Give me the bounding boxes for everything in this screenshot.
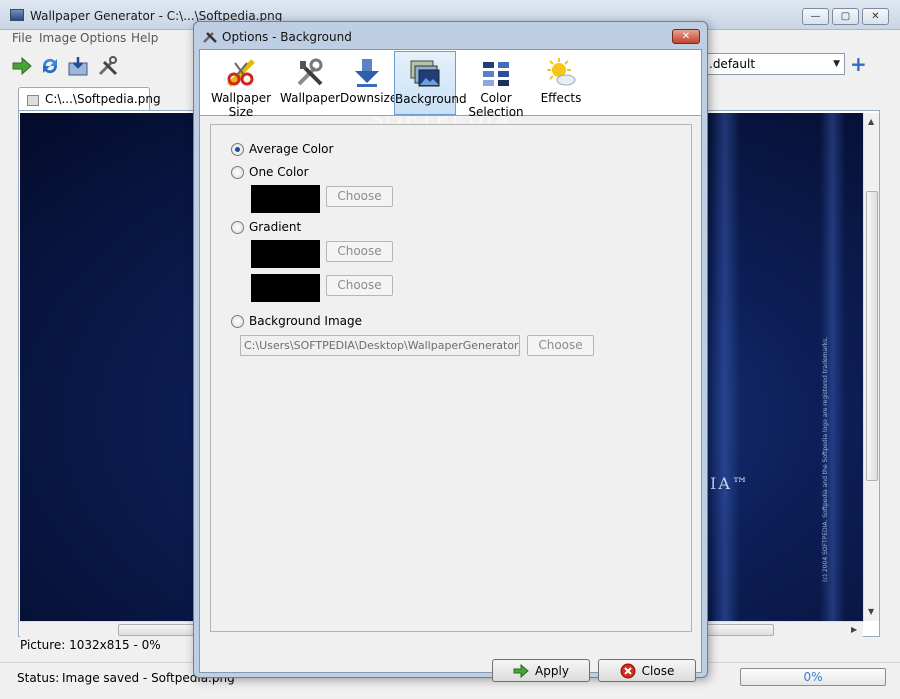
category-wallpaper[interactable]: Wallpaper: [280, 51, 340, 115]
close-window-button[interactable]: ✕: [862, 8, 889, 25]
category-label: Color Selection: [468, 91, 524, 119]
average-color-radio[interactable]: [231, 142, 244, 156]
category-color-selection[interactable]: Color Selection: [456, 51, 536, 119]
scissors-ruler-icon: [225, 57, 257, 89]
weather-sun-icon: [545, 57, 577, 89]
category-label: Downsize: [340, 91, 398, 105]
one-color-label: One Color: [249, 165, 309, 179]
gradient-end-swatch: [251, 274, 320, 302]
add-profile-button[interactable]: +: [850, 52, 867, 76]
category-effects[interactable]: Effects: [536, 51, 586, 115]
dialog-title: Options - Background: [222, 30, 352, 44]
background-options-panel: Average Color One Color Choose Gradient …: [210, 124, 692, 632]
background-image-radio[interactable]: [231, 314, 244, 328]
green-arrow-icon: [513, 663, 529, 678]
maximize-button[interactable]: ▢: [832, 8, 859, 25]
dialog-body: SOFTPEDIA Wallpaper Size Wallpaper Downs…: [199, 49, 702, 682]
save-icon[interactable]: [66, 54, 90, 78]
app-icon: [10, 9, 24, 21]
apply-button[interactable]: Apply: [492, 659, 590, 682]
category-background[interactable]: Background: [394, 51, 467, 115]
menu-image[interactable]: Image: [39, 31, 77, 45]
preview-brand-text: IA™: [710, 474, 750, 493]
preview-copyright-text: (c) 2004 SOFTPEDIA. Softpedia and the So…: [822, 336, 829, 582]
tools-icon[interactable]: [96, 54, 120, 78]
one-color-radio[interactable]: [231, 165, 244, 179]
category-wallpaper-size[interactable]: Wallpaper Size: [202, 51, 280, 119]
tools-icon: [202, 28, 218, 44]
category-label: Wallpaper Size: [210, 91, 272, 119]
progress-bar: 0%: [740, 668, 886, 686]
gradient-start-swatch: [251, 240, 320, 268]
document-tab-label: C:\...\Softpedia.png: [45, 92, 161, 106]
document-tab[interactable]: C:\...\Softpedia.png: [18, 87, 161, 111]
dialog-close-x-button[interactable]: ✕: [672, 29, 700, 44]
gradient-radio[interactable]: [231, 220, 244, 234]
scroll-up-icon[interactable]: ▲: [868, 117, 874, 126]
menu-help[interactable]: Help: [131, 31, 158, 45]
scroll-down-icon[interactable]: ▼: [868, 607, 874, 616]
image-file-icon: [27, 95, 39, 106]
options-dialog: Options - Background ✕ SOFTPEDIA Wallpap…: [193, 21, 708, 682]
average-color-label: Average Color: [249, 142, 334, 156]
one-color-choose-button[interactable]: Choose: [326, 186, 393, 207]
menu-file[interactable]: File: [12, 31, 32, 45]
down-arrow-icon: [351, 57, 383, 89]
refresh-icon[interactable]: [38, 54, 62, 78]
apply-button-label: Apply: [535, 663, 569, 678]
menu-options[interactable]: Options: [80, 31, 126, 45]
category-downsize[interactable]: Downsize: [340, 51, 398, 115]
background-image-label: Background Image: [249, 314, 362, 328]
close-button[interactable]: Close: [598, 659, 696, 682]
light-streak: [710, 113, 740, 621]
vertical-scroll-thumb[interactable]: [866, 191, 878, 481]
one-color-option[interactable]: One Color: [231, 164, 309, 180]
picture-info: Picture: 1032x815 - 0%: [20, 638, 161, 652]
category-label: Effects: [540, 91, 582, 105]
pictures-icon: [409, 58, 441, 90]
scroll-right-icon[interactable]: ▶: [851, 625, 857, 634]
tools-icon: [294, 57, 326, 89]
vertical-scrollbar[interactable]: ▲ ▼: [863, 113, 879, 621]
gradient-option[interactable]: Gradient: [231, 219, 301, 235]
category-bar: Wallpaper Size Wallpaper Downsize Backgr…: [200, 50, 701, 119]
chevron-down-icon: ▼: [833, 59, 840, 69]
red-close-icon: [620, 663, 636, 679]
plus-icon: +: [850, 52, 867, 76]
go-arrow-icon[interactable]: [10, 54, 34, 78]
average-color-option[interactable]: Average Color: [231, 141, 333, 157]
profile-select[interactable]: .default ▼: [700, 53, 845, 75]
close-button-label: Close: [641, 663, 675, 678]
gradient-label: Gradient: [249, 220, 302, 234]
background-image-path-field[interactable]: C:\Users\SOFTPEDIA\Desktop\WallpaperGene…: [240, 335, 520, 356]
category-label: Wallpaper: [280, 91, 341, 105]
dialog-titlebar: Options - Background ✕: [194, 22, 707, 50]
background-image-option[interactable]: Background Image: [231, 313, 362, 329]
gradient-start-choose-button[interactable]: Choose: [326, 241, 393, 262]
profile-select-value: .default: [709, 57, 756, 71]
status-label: Status:: [17, 671, 60, 685]
color-grid-icon: [480, 57, 512, 89]
category-label: Background: [395, 92, 467, 106]
gradient-end-choose-button[interactable]: Choose: [326, 275, 393, 296]
minimize-button[interactable]: —: [802, 8, 829, 25]
background-image-choose-button[interactable]: Choose: [527, 335, 594, 356]
one-color-swatch: [251, 185, 320, 213]
